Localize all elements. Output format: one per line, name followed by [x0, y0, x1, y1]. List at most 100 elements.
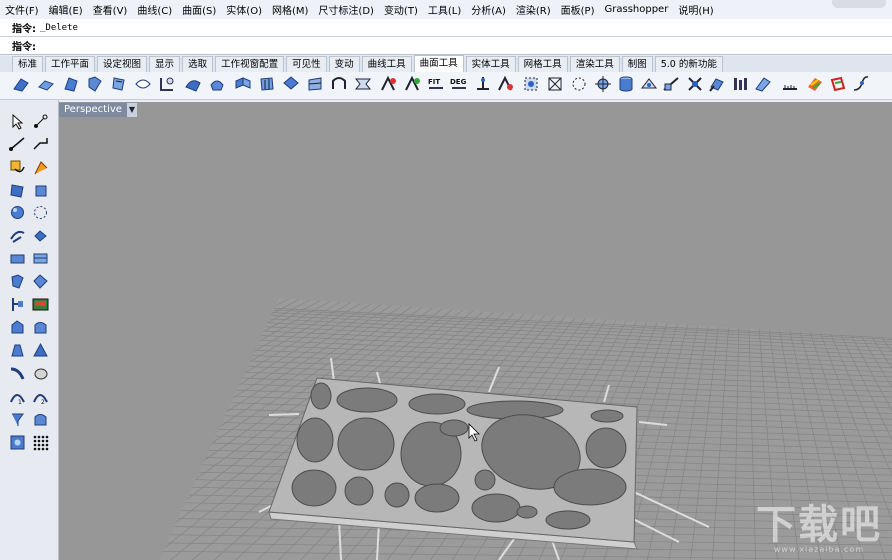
arc-1-icon[interactable]: 1 — [9, 388, 26, 405]
untrim-icon[interactable] — [354, 75, 372, 93]
extend-surface-icon[interactable] — [184, 75, 202, 93]
tab-viewport-layout[interactable]: 工作视窗配置 — [215, 56, 285, 72]
tab-mesh-tools[interactable]: 网格工具 — [517, 56, 568, 72]
menu-transform[interactable]: 变动(T) — [379, 2, 423, 17]
move-icon[interactable] — [9, 296, 26, 313]
merge-surface-icon[interactable] — [208, 75, 226, 93]
mesh-icon[interactable] — [9, 434, 26, 451]
menu-help[interactable]: 说明(H) — [673, 2, 718, 17]
tab-solid-tools[interactable]: 实体工具 — [465, 56, 516, 72]
tab-new-in-v5[interactable]: 5.0 的新功能 — [654, 56, 723, 72]
connect-surface-icon[interactable] — [234, 75, 252, 93]
split-icon[interactable] — [662, 75, 680, 93]
tab-render-tools[interactable]: 渲染工具 — [569, 56, 620, 72]
box-icon[interactable] — [32, 204, 49, 221]
boolean-union-icon[interactable] — [9, 273, 26, 290]
mirror-icon[interactable] — [32, 342, 49, 359]
point-cloud-icon[interactable] — [32, 434, 49, 451]
cylinder-icon[interactable] — [617, 75, 635, 93]
menu-solid[interactable]: 实体(O) — [221, 2, 267, 17]
viewport-title-bar[interactable]: Perspective ▼ — [59, 102, 137, 117]
arc-icon[interactable] — [32, 182, 49, 199]
tab-drafting[interactable]: 制图 — [621, 56, 653, 72]
tab-transform[interactable]: 变动 — [328, 56, 360, 72]
network-surface-icon[interactable] — [32, 250, 49, 267]
tab-set-view[interactable]: 设定视图 — [97, 56, 148, 72]
fillet-surface-icon[interactable] — [12, 75, 30, 93]
insert-knot-icon[interactable] — [474, 75, 492, 93]
explode-icon[interactable] — [686, 75, 704, 93]
interpolate-curve-icon[interactable] — [32, 159, 49, 176]
blend-surface-icon[interactable] — [86, 75, 104, 93]
change-degree-icon[interactable] — [282, 75, 300, 93]
chamfer-surface-icon[interactable] — [37, 75, 55, 93]
menu-surface[interactable]: 曲面(S) — [177, 2, 221, 17]
fit-icon[interactable]: FIT — [427, 75, 445, 93]
command-input[interactable] — [38, 40, 738, 51]
sphere-icon[interactable] — [9, 204, 26, 221]
curvature-analysis-icon[interactable] — [829, 75, 847, 93]
extrude-icon[interactable] — [9, 250, 26, 267]
viewport-menu-chevron-icon[interactable]: ▼ — [126, 102, 137, 117]
menu-mesh[interactable]: 网格(M) — [267, 2, 313, 17]
flow-along-surface-icon[interactable] — [754, 75, 772, 93]
offset-surface-icon[interactable] — [110, 75, 128, 93]
tab-curve-tools[interactable]: 曲线工具 — [361, 56, 412, 72]
edge-tools-icon[interactable] — [404, 75, 422, 93]
menu-edit[interactable]: 编辑(E) — [44, 2, 88, 17]
fillet-curve-icon[interactable] — [9, 365, 26, 382]
perspective-viewport[interactable]: Perspective ▼ 下载吧 www.xiazaiba.com — [59, 102, 892, 560]
menu-curve[interactable]: 曲线(C) — [132, 2, 177, 17]
circle-icon[interactable] — [9, 182, 26, 199]
contour-icon[interactable] — [731, 75, 749, 93]
refit-surface-icon[interactable] — [306, 75, 324, 93]
loft-icon[interactable] — [9, 227, 26, 244]
join-icon[interactable] — [708, 75, 726, 93]
line-icon[interactable] — [9, 135, 26, 152]
menu-render[interactable]: 渲染(R) — [511, 2, 556, 17]
gumball-icon[interactable] — [594, 75, 612, 93]
mesh-ruler-icon[interactable] — [781, 75, 799, 93]
rotate-icon[interactable] — [32, 319, 49, 336]
tab-visibility[interactable]: 可见性 — [286, 56, 327, 72]
adjust-seam-icon[interactable] — [158, 75, 176, 93]
menu-tools[interactable]: 工具(L) — [423, 2, 466, 17]
rebuild-surface-icon[interactable] — [258, 75, 276, 93]
viewport-title[interactable]: Perspective — [59, 102, 127, 117]
menu-grasshopper[interactable]: Grasshopper — [600, 4, 674, 15]
tab-display[interactable]: 显示 — [149, 56, 181, 72]
copy-icon[interactable] — [9, 319, 26, 336]
menu-analyze[interactable]: 分析(A) — [466, 2, 511, 17]
tab-standard[interactable]: 标准 — [12, 56, 44, 72]
menu-file[interactable]: 文件(F) — [0, 2, 44, 17]
analyze-direction-icon[interactable] — [380, 75, 398, 93]
menu-view[interactable]: 查看(V) — [88, 2, 133, 17]
menu-dimension[interactable]: 尺寸标注(D) — [313, 2, 379, 17]
curve-icon[interactable] — [9, 159, 26, 176]
trim-icon[interactable] — [32, 365, 49, 382]
point-icon[interactable] — [32, 113, 49, 130]
viewport-scene[interactable] — [59, 102, 892, 560]
variable-offset-icon[interactable] — [134, 75, 152, 93]
tab-surface-tools[interactable]: 曲面工具 — [413, 55, 464, 72]
curvature-graph-icon[interactable] — [852, 75, 870, 93]
scale-icon[interactable] — [9, 342, 26, 359]
polyline-icon[interactable] — [32, 135, 49, 152]
tab-select[interactable]: 选取 — [182, 56, 214, 72]
plane-icon[interactable] — [640, 75, 658, 93]
remove-knot-icon[interactable] — [497, 75, 515, 93]
select-arrow-icon[interactable] — [9, 113, 26, 130]
boolean-difference-icon[interactable] — [32, 273, 49, 290]
points-off-icon[interactable] — [546, 75, 564, 93]
sweep-icon[interactable] — [32, 227, 49, 244]
zebra-analysis-icon[interactable] — [806, 75, 824, 93]
point-grid-icon[interactable] — [570, 75, 588, 93]
text-object-icon[interactable] — [32, 411, 49, 428]
render-icon[interactable] — [32, 296, 49, 313]
tab-cplanes[interactable]: 工作平面 — [45, 56, 96, 72]
control-points-icon[interactable] — [522, 75, 540, 93]
variable-fillet-icon[interactable] — [62, 75, 80, 93]
arc-2-icon[interactable]: 2 — [32, 388, 49, 405]
deg-icon[interactable]: DEG — [450, 75, 468, 93]
dimension-icon[interactable] — [9, 411, 26, 428]
